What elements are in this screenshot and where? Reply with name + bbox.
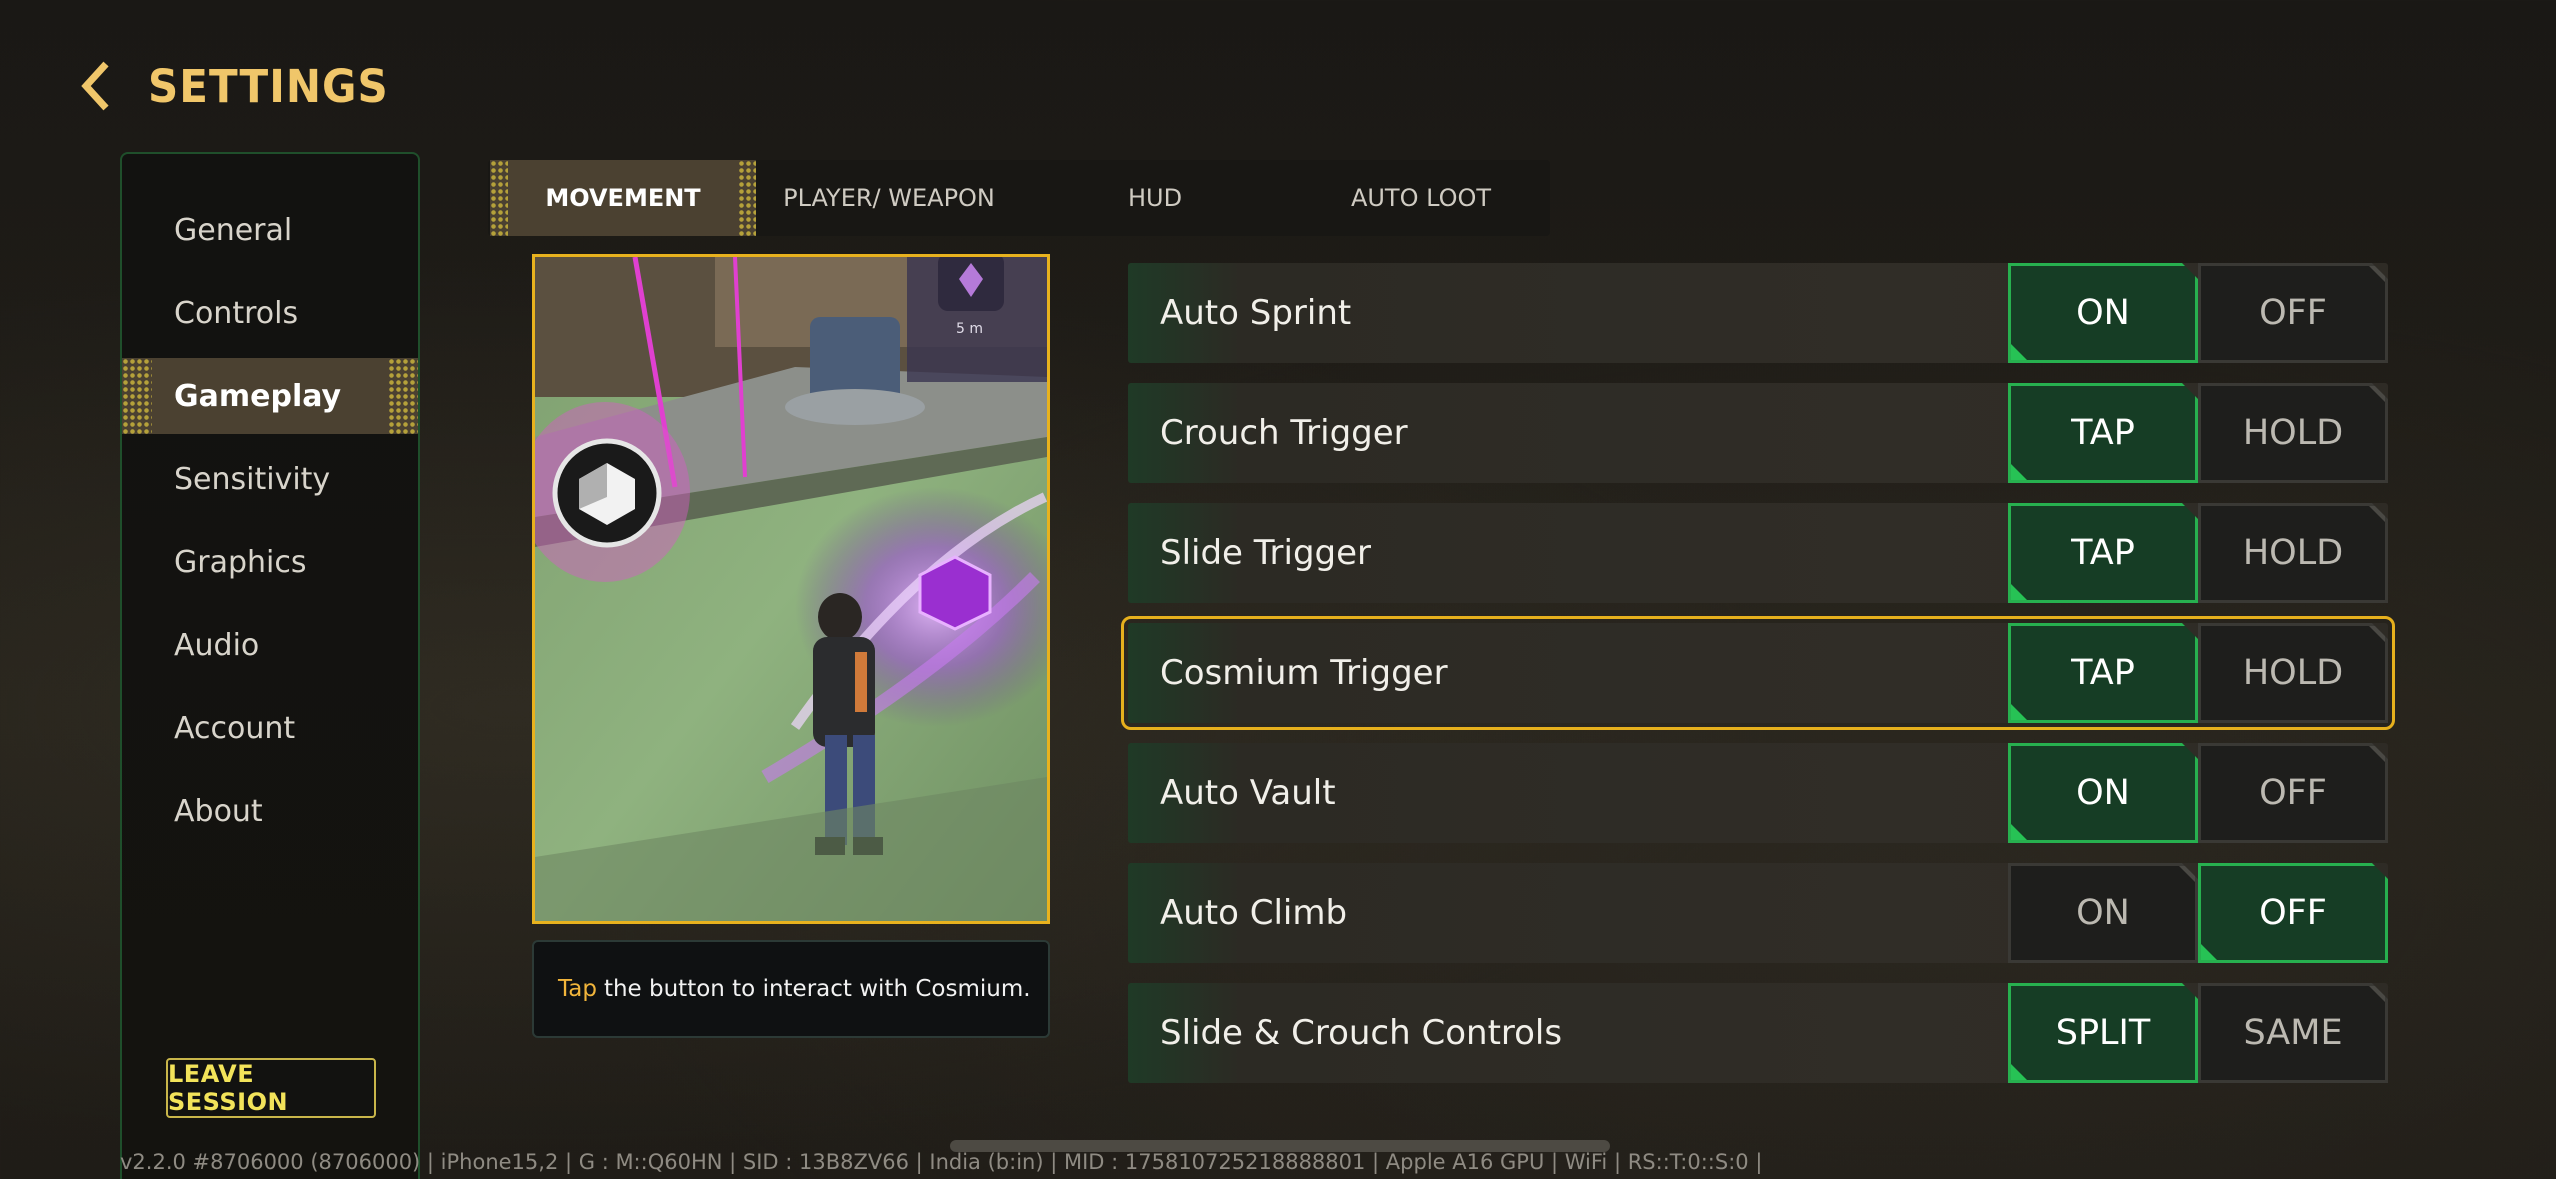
caption-highlight: Tap bbox=[558, 976, 597, 1002]
setting-row-slide-trigger: Slide Trigger TAP HOLD bbox=[1128, 503, 2388, 603]
build-info: v2.2.0 #8706000 (8706000) | iPhone15,2 |… bbox=[120, 1150, 1763, 1174]
setting-label: Slide Trigger bbox=[1160, 533, 1372, 573]
option-hold-button[interactable]: HOLD bbox=[2198, 503, 2388, 603]
sidebar-item-controls[interactable]: Controls bbox=[122, 275, 418, 351]
setting-label: Auto Sprint bbox=[1160, 293, 1352, 333]
option-off-button[interactable]: OFF bbox=[2198, 263, 2388, 363]
option-same-button[interactable]: SAME bbox=[2198, 983, 2388, 1083]
tab-hud[interactable]: HUD bbox=[1022, 160, 1288, 236]
sidebar-item-audio[interactable]: Audio bbox=[122, 607, 418, 683]
caption-text: the button to interact with Cosmium. bbox=[603, 976, 1031, 1002]
back-button[interactable] bbox=[70, 55, 120, 117]
option-tap-button[interactable]: TAP bbox=[2008, 623, 2198, 723]
chevron-left-icon bbox=[81, 61, 109, 111]
setting-row-auto-vault: Auto Vault ON OFF bbox=[1128, 743, 2388, 843]
option-on-button[interactable]: ON bbox=[2008, 863, 2198, 963]
setting-label: Crouch Trigger bbox=[1160, 413, 1408, 453]
option-tap-button[interactable]: TAP bbox=[2008, 503, 2198, 603]
setting-row-cosmium-trigger: Cosmium Trigger TAP HOLD bbox=[1121, 616, 2395, 730]
setting-label: Cosmium Trigger bbox=[1160, 653, 1448, 693]
sidebar-item-general[interactable]: General bbox=[122, 192, 418, 268]
setting-label: Auto Climb bbox=[1160, 893, 1348, 933]
sidebar-item-about[interactable]: About bbox=[122, 773, 418, 849]
sidebar-item-gameplay[interactable]: Gameplay bbox=[122, 358, 418, 434]
option-off-button[interactable]: OFF bbox=[2198, 863, 2388, 963]
sidebar-item-account[interactable]: Account bbox=[122, 690, 418, 766]
tab-player-weapon[interactable]: PLAYER/ WEAPON bbox=[756, 160, 1022, 236]
sidebar-item-graphics[interactable]: Graphics bbox=[122, 524, 418, 600]
tab-bar: MOVEMENT PLAYER/ WEAPON HUD AUTO LOOT bbox=[488, 160, 1550, 236]
option-off-button[interactable]: OFF bbox=[2198, 743, 2388, 843]
option-on-button[interactable]: ON bbox=[2008, 743, 2198, 843]
option-hold-button[interactable]: HOLD bbox=[2198, 623, 2388, 723]
leave-session-button[interactable]: LEAVE SESSION bbox=[166, 1058, 376, 1118]
tab-auto-loot[interactable]: AUTO LOOT bbox=[1288, 160, 1554, 236]
page-title: SETTINGS bbox=[148, 59, 389, 113]
setting-row-slide-crouch-controls: Slide & Crouch Controls SPLIT SAME bbox=[1128, 983, 2388, 1083]
setting-row-crouch-trigger: Crouch Trigger TAP HOLD bbox=[1128, 383, 2388, 483]
header: SETTINGS bbox=[70, 55, 389, 117]
option-split-button[interactable]: SPLIT bbox=[2008, 983, 2198, 1083]
distance-label: 5 m bbox=[956, 321, 983, 337]
sidebar: General Controls Gameplay Sensitivity Gr… bbox=[120, 152, 420, 1179]
preview-image: 5 m bbox=[532, 254, 1050, 924]
option-hold-button[interactable]: HOLD bbox=[2198, 383, 2388, 483]
sidebar-item-sensitivity[interactable]: Sensitivity bbox=[122, 441, 418, 517]
option-on-button[interactable]: ON bbox=[2008, 263, 2198, 363]
preview-caption: Tap the button to interact with Cosmium. bbox=[532, 940, 1050, 1038]
setting-label: Auto Vault bbox=[1160, 773, 1336, 813]
option-tap-button[interactable]: TAP bbox=[2008, 383, 2198, 483]
tab-movement[interactable]: MOVEMENT bbox=[490, 160, 756, 236]
setting-row-auto-climb: Auto Climb ON OFF bbox=[1128, 863, 2388, 963]
setting-label: Slide & Crouch Controls bbox=[1160, 1013, 1563, 1053]
setting-row-auto-sprint: Auto Sprint ON OFF bbox=[1128, 263, 2388, 363]
